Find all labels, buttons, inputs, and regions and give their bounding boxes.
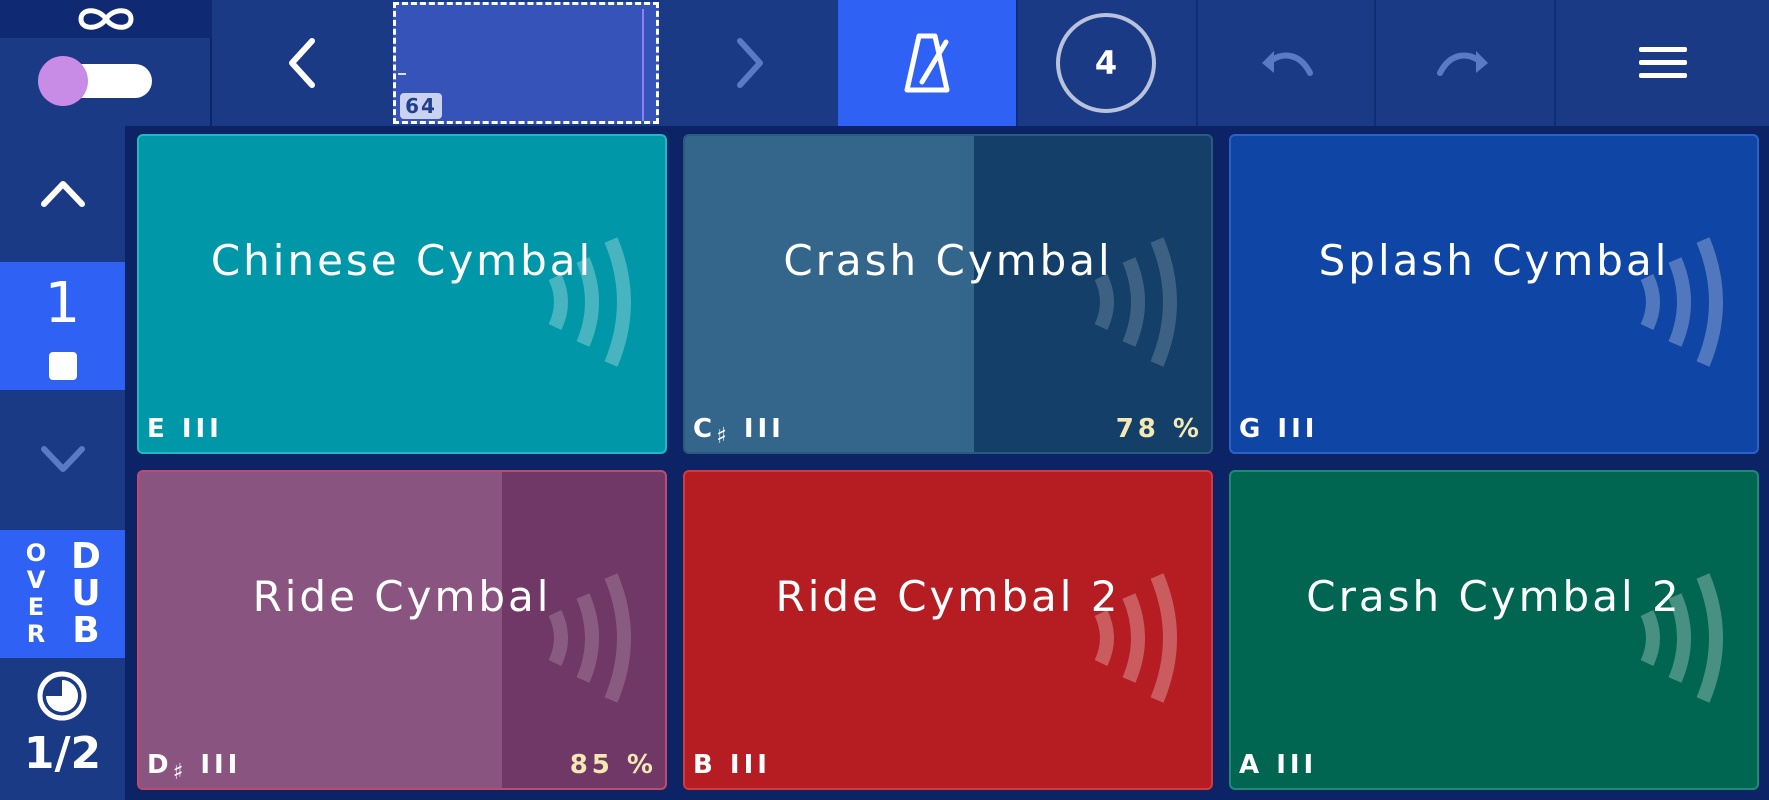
previous-pattern-button[interactable] bbox=[214, 0, 390, 126]
pad-name: Ride Cymbal bbox=[252, 572, 552, 621]
pad-name: Chinese Cymbal bbox=[210, 236, 594, 285]
quantize-button[interactable]: 1/2 bbox=[0, 662, 125, 800]
metronome-icon bbox=[904, 33, 950, 93]
chevron-up-icon bbox=[40, 181, 85, 207]
infinity-icon[interactable] bbox=[0, 0, 212, 38]
redo-icon bbox=[1437, 51, 1488, 76]
pad-name: Crash Cymbal bbox=[783, 236, 1113, 285]
note-sharp: ♯ bbox=[716, 424, 731, 449]
note-letter: C bbox=[693, 414, 717, 444]
overdub-dub-label: D U B bbox=[68, 538, 104, 649]
note-sharp: ♯ bbox=[172, 760, 188, 785]
pad-note: G III bbox=[1239, 414, 1318, 444]
pad-percent: 85 % bbox=[569, 750, 657, 780]
redo-button[interactable] bbox=[1374, 0, 1552, 126]
pattern-tick bbox=[398, 73, 406, 75]
playhead-marker bbox=[642, 9, 644, 121]
overdub-letter: E bbox=[27, 593, 45, 621]
chevron-right-icon bbox=[737, 38, 763, 88]
pad-note: C♯ III bbox=[693, 414, 785, 449]
pad-crash-cymbal[interactable]: Crash Cymbal C♯ III 78 % bbox=[683, 134, 1213, 454]
menu-button[interactable] bbox=[1554, 0, 1769, 126]
pad-note: A III bbox=[1239, 750, 1317, 780]
note-letter: G bbox=[1239, 414, 1265, 444]
count-in-value: 4 bbox=[1056, 13, 1156, 113]
overdub-button[interactable]: O V E R D U B bbox=[0, 530, 125, 658]
pattern-length-badge: 64 bbox=[400, 93, 442, 119]
pad-progress bbox=[139, 472, 502, 788]
bank-up-button[interactable] bbox=[0, 126, 125, 260]
bank-down-button[interactable] bbox=[0, 392, 125, 524]
top-toolbar: 64 4 bbox=[0, 0, 1769, 126]
bank-selector[interactable]: 1 bbox=[0, 262, 125, 390]
pad-progress bbox=[685, 136, 975, 452]
pad-crash-cymbal-2[interactable]: Crash Cymbal 2 A III bbox=[1229, 470, 1759, 790]
note-bars: III bbox=[743, 414, 785, 444]
chevron-left-icon bbox=[289, 38, 315, 88]
loop-toggle[interactable] bbox=[38, 56, 154, 106]
metronome-button[interactable] bbox=[838, 0, 1016, 126]
overdub-over-label: O V E R bbox=[22, 540, 50, 648]
note-letter: A bbox=[1239, 750, 1264, 780]
pad-ride-cymbal[interactable]: Ride Cymbal D♯ III 85 % bbox=[137, 470, 667, 790]
note-bars: III bbox=[1276, 750, 1318, 780]
pad-note: E III bbox=[147, 414, 223, 444]
pad-note: D♯ III bbox=[147, 750, 242, 785]
pad-note: B III bbox=[693, 750, 771, 780]
pad-name: Splash Cymbal bbox=[1318, 236, 1670, 285]
loop-controls bbox=[0, 0, 212, 126]
toggle-knob bbox=[38, 56, 88, 106]
note-bars: III bbox=[1277, 414, 1319, 444]
overdub-letter: R bbox=[26, 620, 46, 648]
count-in-button[interactable]: 4 bbox=[1016, 0, 1194, 126]
overdub-letter: V bbox=[26, 566, 46, 594]
pad-name: Crash Cymbal 2 bbox=[1306, 572, 1682, 621]
note-bars: III bbox=[181, 414, 223, 444]
overdub-letter: U bbox=[71, 573, 101, 614]
pad-chinese-cymbal[interactable]: Chinese Cymbal E III bbox=[137, 134, 667, 454]
sidebar: 1 O V E R D U B 1/2 bbox=[0, 126, 125, 800]
note-letter: B bbox=[693, 750, 717, 780]
pattern-thumbnail[interactable]: 64 bbox=[393, 2, 659, 124]
note-bars: III bbox=[200, 750, 242, 780]
pad-name: Ride Cymbal 2 bbox=[775, 572, 1121, 621]
chevron-down-icon bbox=[40, 446, 85, 472]
undo-button[interactable] bbox=[1196, 0, 1374, 126]
pad-grid: Chinese Cymbal E III Crash Cymbal C♯ III… bbox=[125, 126, 1769, 800]
overdub-letter: O bbox=[25, 539, 47, 567]
stop-icon[interactable] bbox=[49, 352, 77, 380]
overdub-letter: D bbox=[71, 536, 101, 577]
pad-splash-cymbal[interactable]: Splash Cymbal G III bbox=[1229, 134, 1759, 454]
pad-percent: 78 % bbox=[1115, 414, 1203, 444]
note-letter: D bbox=[147, 750, 173, 780]
bank-number: 1 bbox=[44, 271, 81, 336]
pad-ride-cymbal-2[interactable]: Ride Cymbal 2 B III bbox=[683, 470, 1213, 790]
note-bars: III bbox=[729, 750, 771, 780]
overdub-letter: B bbox=[72, 610, 100, 651]
hamburger-menu-icon bbox=[1638, 47, 1687, 78]
note-letter: E bbox=[147, 414, 169, 444]
quantize-value: 1/2 bbox=[23, 728, 102, 779]
clock-icon bbox=[37, 671, 87, 721]
next-pattern-button[interactable] bbox=[662, 0, 838, 126]
undo-icon bbox=[1262, 51, 1313, 76]
